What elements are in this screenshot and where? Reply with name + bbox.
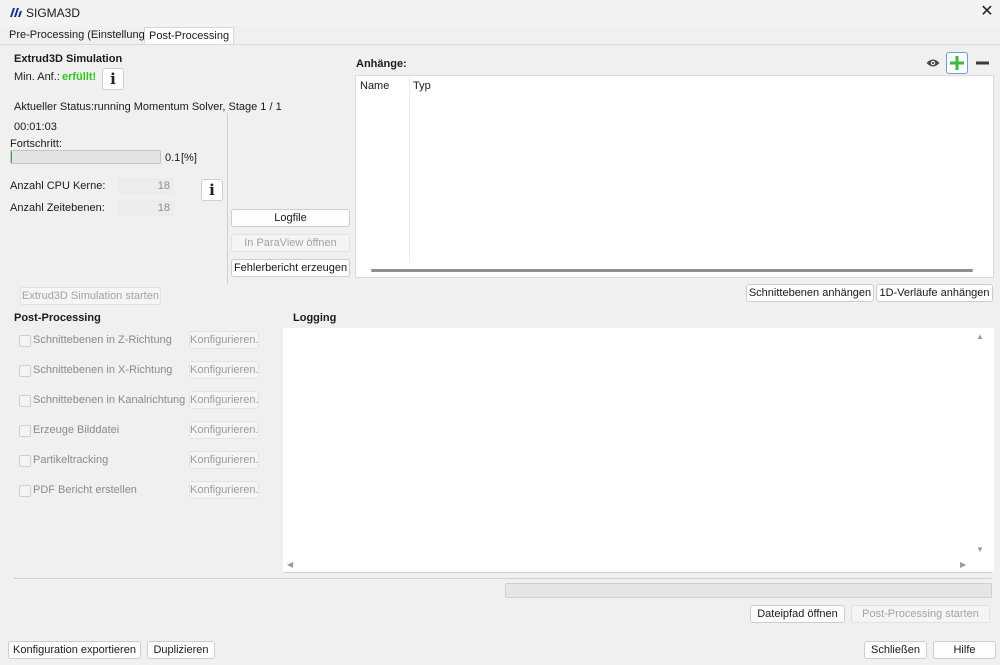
progress-label: Fortschritt:: [10, 138, 62, 150]
section-divider: [227, 113, 228, 284]
add-attachment-button[interactable]: [946, 52, 968, 74]
configure-particle-tracking-button[interactable]: Konfigurieren...: [189, 451, 259, 469]
status-label: Aktueller Status:: [14, 101, 95, 113]
remove-attachment-button[interactable]: [971, 52, 993, 74]
title-bar: [0, 0, 1000, 26]
min-requirement-label: Min. Anf.:: [14, 71, 60, 83]
label-z-sections: Schnittebenen in Z-Richtung: [33, 334, 172, 346]
elapsed-time: 00:01:03: [14, 121, 57, 133]
configure-pdf-report-button[interactable]: Konfigurieren...: [189, 481, 259, 499]
label-image-file: Erzeuge Bilddatei: [33, 424, 120, 436]
checkbox-x-sections[interactable]: [19, 365, 31, 377]
error-report-button[interactable]: Fehlerbericht erzeugen: [231, 259, 350, 277]
checkbox-particle-tracking[interactable]: [19, 455, 31, 467]
label-channel-sections: Schnittebenen in Kanalrichtung: [33, 394, 186, 406]
eye-icon: [926, 59, 940, 67]
plus-icon: [950, 56, 964, 70]
checkbox-image-file[interactable]: [19, 425, 31, 437]
logging-scroll-track: [284, 572, 992, 573]
progress-bar: [10, 150, 161, 164]
progress-value: 0.1: [165, 152, 181, 164]
attach-sections-button[interactable]: Schnittebenen anhängen: [746, 284, 874, 302]
configure-image-file-button[interactable]: Konfigurieren...: [189, 421, 259, 439]
attachments-heading: Anhänge:: [356, 58, 407, 70]
simulation-heading: Extrud3D Simulation: [14, 53, 123, 65]
sigma3d-logo-icon: [10, 8, 22, 17]
close-button[interactable]: Schließen: [864, 641, 927, 659]
minus-icon: [975, 61, 989, 65]
time-levels-label: Anzahl Zeitebenen:: [10, 202, 105, 214]
window-title: SIGMA3D: [26, 6, 81, 20]
checkbox-channel-sections[interactable]: [19, 395, 31, 407]
checkbox-z-sections[interactable]: [19, 335, 31, 347]
bottom-divider: [14, 578, 992, 579]
tab-post-processing[interactable]: Post-Processing: [144, 27, 235, 45]
scroll-right-arrow-icon[interactable]: ▶: [960, 560, 966, 569]
status-value: running Momentum Solver, Stage 1 / 1: [94, 101, 282, 113]
attachments-table[interactable]: [355, 75, 994, 278]
view-attachment-button[interactable]: [922, 52, 944, 74]
logfile-button[interactable]: Logfile: [231, 209, 350, 227]
start-postprocessing-button[interactable]: Post-Processing starten: [851, 605, 990, 623]
cores-info-button[interactable]: i: [201, 179, 223, 201]
column-divider: [409, 76, 410, 262]
tab-divider: [0, 44, 1000, 45]
label-x-sections: Schnittebenen in X-Richtung: [33, 364, 173, 376]
checkbox-pdf-report[interactable]: [19, 485, 31, 497]
label-pdf-report: PDF Bericht erstellen: [33, 484, 137, 496]
cpu-cores-label: Anzahl CPU Kerne:: [10, 180, 106, 192]
scroll-down-arrow-icon[interactable]: ▼: [976, 545, 984, 554]
export-config-button[interactable]: Konfiguration exportieren: [8, 641, 141, 659]
configure-channel-sections-button[interactable]: Konfigurieren...: [189, 391, 259, 409]
postprocessing-heading: Post-Processing: [14, 312, 101, 324]
configure-x-sections-button[interactable]: Konfigurieren...: [189, 361, 259, 379]
time-levels-field: 18: [118, 200, 174, 216]
scroll-up-arrow-icon[interactable]: ▲: [976, 332, 984, 341]
postprocessing-progress-bar: [505, 583, 992, 598]
tab-pre-processing[interactable]: Pre-Processing (Einstellungen): [5, 27, 165, 45]
paraview-button[interactable]: In ParaView öffnen: [231, 234, 350, 252]
scroll-left-arrow-icon[interactable]: ◀: [287, 560, 293, 569]
logging-heading: Logging: [293, 312, 337, 324]
window-close-icon[interactable]: ✕: [979, 4, 995, 20]
attachments-scrollbar[interactable]: [371, 269, 973, 272]
min-requirement-status: erfüllt!: [62, 71, 97, 83]
column-header-name[interactable]: Name: [360, 80, 389, 92]
progress-unit: [%]: [181, 152, 197, 164]
label-particle-tracking: Partikeltracking: [33, 454, 109, 466]
open-filepath-button[interactable]: Dateipfad öffnen: [750, 605, 845, 623]
attach-1d-button[interactable]: 1D-Verläufe anhängen: [876, 284, 993, 302]
cpu-cores-field: 18: [118, 178, 174, 194]
configure-z-sections-button[interactable]: Konfigurieren...: [189, 331, 259, 349]
help-button[interactable]: Hilfe: [933, 641, 996, 659]
duplicate-button[interactable]: Duplizieren: [147, 641, 215, 659]
logging-output[interactable]: [283, 328, 994, 572]
start-simulation-button[interactable]: Extrud3D Simulation starten: [20, 287, 161, 305]
requirements-info-button[interactable]: i: [102, 68, 124, 90]
column-header-type[interactable]: Typ: [413, 80, 431, 92]
